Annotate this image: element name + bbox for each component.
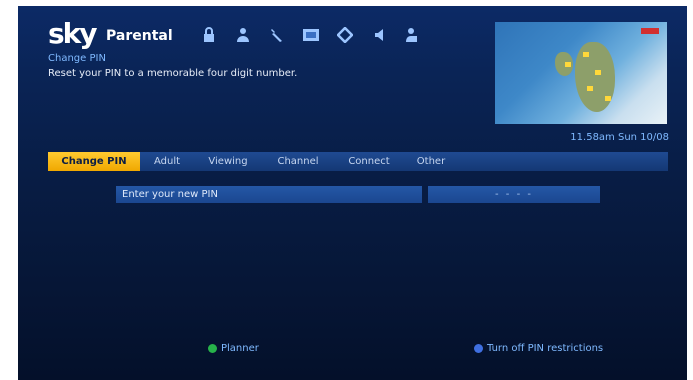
user-settings-icon[interactable]	[396, 24, 430, 46]
lock-icon[interactable]	[192, 24, 226, 46]
tab-other[interactable]: Other	[404, 152, 458, 171]
live-tv-preview[interactable]	[495, 22, 667, 124]
green-button-icon	[208, 344, 217, 353]
weather-symbol	[587, 86, 593, 91]
tab-channel[interactable]: Channel	[262, 152, 334, 171]
tv-screen: sky Parental Change PIN Reset your PIN t…	[18, 6, 687, 380]
wrench-icon[interactable]	[260, 24, 294, 46]
pin-restrictions-label: Turn off PIN restrictions	[487, 343, 604, 354]
tab-change-pin[interactable]: Change PIN	[48, 152, 140, 171]
weather-symbol	[565, 62, 571, 67]
weather-symbol	[605, 96, 611, 101]
tab-adult[interactable]: Adult	[140, 152, 194, 171]
new-pin-label[interactable]: Enter your new PIN	[116, 186, 422, 203]
clock: 11.58am Sun 10/08	[570, 132, 669, 143]
planner-hint[interactable]: Planner	[208, 343, 259, 354]
tab-viewing[interactable]: Viewing	[194, 152, 262, 171]
pin-entry-field[interactable]: - - - -	[428, 186, 600, 203]
tag-icon[interactable]	[328, 24, 362, 46]
speaker-icon[interactable]	[362, 24, 396, 46]
blue-button-icon	[474, 344, 483, 353]
help-title: Change PIN	[48, 53, 106, 64]
help-text: Reset your PIN to a memorable four digit…	[48, 68, 298, 79]
planner-label: Planner	[221, 343, 259, 354]
weather-symbol	[583, 52, 589, 57]
tab-connect[interactable]: Connect	[334, 152, 404, 171]
tab-bar: Change PIN Adult Viewing Channel Connect…	[48, 152, 668, 171]
weather-symbol	[595, 70, 601, 75]
pin-restrictions-hint[interactable]: Turn off PIN restrictions	[474, 343, 603, 354]
screen-icon[interactable]	[294, 24, 328, 46]
sky-logo: sky	[48, 17, 98, 50]
channel-badge	[641, 28, 659, 34]
map-land	[575, 42, 615, 112]
person-icon[interactable]	[226, 24, 260, 46]
section-title: Parental	[106, 28, 173, 44]
menu-icon-row	[192, 24, 430, 46]
